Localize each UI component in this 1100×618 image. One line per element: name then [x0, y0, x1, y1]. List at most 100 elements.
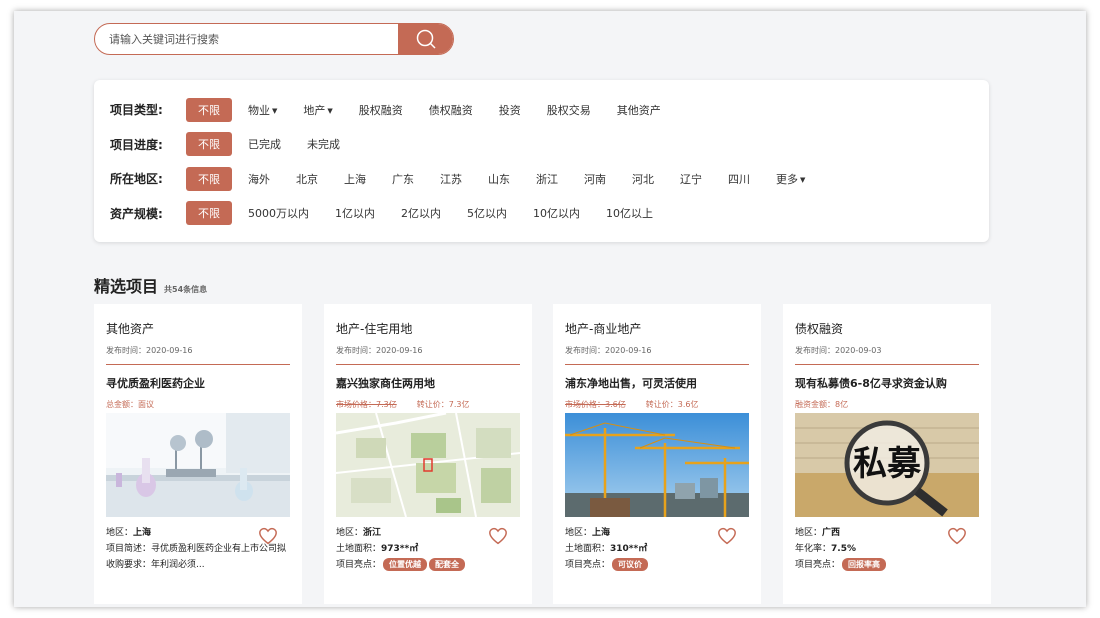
card-date: 发布时间：2020-09-16 — [336, 346, 423, 355]
filter-option-region[interactable]: 辽宁 — [680, 171, 702, 187]
filter-option-region[interactable]: 河北 — [632, 171, 654, 187]
region-label: 地区： — [106, 528, 134, 538]
filter-option-equity-trade[interactable]: 股权交易 — [547, 102, 591, 118]
filter-row-progress: 项目进度: 不限 已完成 未完成 — [110, 132, 973, 156]
region-label: 地区： — [565, 528, 593, 538]
filter-option-equity-financing[interactable]: 股权融资 — [359, 102, 403, 118]
region-value: 浙江 — [363, 528, 382, 538]
area-label: 土地面积： — [565, 544, 611, 554]
filter-option-region[interactable]: 河南 — [584, 171, 606, 187]
heart-icon[interactable] — [947, 527, 967, 545]
filter-option-region[interactable]: 海外 — [248, 171, 270, 187]
filter-option-unlimited[interactable]: 不限 — [186, 97, 232, 122]
card-category: 地产-商业地产 — [565, 322, 642, 336]
filter-option-property[interactable]: 物业 ▼ — [248, 102, 277, 118]
highlight-tag: 位置优越 — [383, 558, 428, 571]
region-label: 地区： — [336, 528, 364, 538]
filter-option-unlimited[interactable]: 不限 — [186, 166, 232, 191]
caret-down-icon: ▼ — [800, 175, 806, 184]
project-card[interactable]: 债权融资 发布时间：2020-09-03 现有私募债6-8亿寻求资金认购 融资金… — [783, 304, 991, 604]
highlight-label: 项目亮点： — [336, 560, 382, 570]
region-value: 上海 — [133, 528, 152, 538]
card-category: 债权融资 — [795, 322, 844, 336]
card-price: 市场价格：7.3亿 转让价：7.3亿 — [336, 399, 520, 409]
filter-option-real-estate[interactable]: 地产 ▼ — [303, 102, 332, 118]
card-image-construction[interactable] — [565, 413, 749, 517]
filter-option-debt-financing[interactable]: 债权融资 — [429, 102, 473, 118]
heart-icon[interactable] — [717, 527, 737, 545]
filter-option-scale[interactable]: 5亿以内 — [467, 205, 507, 221]
filter-option-region[interactable]: 山东 — [488, 171, 510, 187]
region-label: 地区： — [795, 528, 823, 538]
project-card[interactable]: 地产-住宅用地 发布时间：2020-09-16 嘉兴独家商住两用地 市场价格：7… — [324, 304, 532, 604]
card-category: 其他资产 — [106, 322, 155, 336]
area-label: 土地面积： — [336, 544, 382, 554]
market-price: 市场价格：7.3亿 — [336, 400, 397, 409]
card-date: 发布时间：2020-09-16 — [106, 346, 193, 355]
card-title[interactable]: 现有私募债6-8亿寻求资金认购 — [795, 375, 979, 391]
section-title: 精选项目 — [94, 277, 159, 296]
project-card[interactable]: 地产-商业地产 发布时间：2020-09-16 浦东净地出售，可灵活使用 市场价… — [553, 304, 761, 604]
filter-option-scale[interactable]: 10亿以上 — [606, 205, 653, 221]
project-card[interactable]: 其他资产 发布时间：2020-09-16 寻优质盈利医药企业 总金额：面议 地区… — [94, 304, 302, 604]
heart-icon[interactable] — [488, 527, 508, 545]
filter-option-unlimited[interactable]: 不限 — [186, 201, 232, 225]
filter-option-region[interactable]: 四川 — [728, 171, 750, 187]
highlight-tag: 配套全 — [429, 558, 466, 571]
filter-option-scale[interactable]: 10亿以内 — [533, 205, 580, 221]
card-price: 融资金额：8亿 — [795, 400, 849, 409]
filter-option-region[interactable]: 广东 — [392, 171, 414, 187]
filter-option-region[interactable]: 江苏 — [440, 171, 462, 187]
filter-label: 项目进度: — [110, 137, 163, 152]
filter-option-completed[interactable]: 已完成 — [248, 136, 281, 152]
filter-option-region[interactable]: 浙江 — [536, 171, 558, 187]
highlight-tag: 回报率高 — [842, 558, 887, 571]
search-icon — [416, 29, 436, 49]
section-header: 精选项目 共54条信息 — [94, 273, 207, 297]
card-info: 地区：上海 项目简述：寻优质盈利医药企业有上市公司拟收购要求：年利润必须... — [106, 525, 290, 573]
card-image-site-plan[interactable] — [336, 413, 520, 517]
filter-option-region[interactable]: 北京 — [296, 171, 318, 187]
area-value: 310**㎡ — [610, 544, 648, 554]
rate-value: 7.5% — [831, 544, 856, 554]
card-info: 地区：浙江 土地面积：973**㎡ 项目亮点： 位置优越 配套全 — [336, 525, 520, 573]
search-input[interactable] — [95, 24, 400, 54]
card-divider — [336, 364, 520, 365]
card-divider — [795, 364, 979, 365]
result-count: 共54条信息 — [164, 285, 208, 294]
card-highlights: 项目亮点： 可议价 — [565, 557, 749, 573]
card-info: 地区：广西 年化率：7.5% 项目亮点： 回报率高 — [795, 525, 979, 573]
card-title[interactable]: 浦东净地出售，可灵活使用 — [565, 375, 749, 391]
filter-option-investment[interactable]: 投资 — [499, 102, 521, 118]
filter-option-scale[interactable]: 1亿以内 — [335, 205, 375, 221]
heart-icon[interactable] — [258, 527, 278, 545]
filter-option-incomplete[interactable]: 未完成 — [307, 136, 340, 152]
region-value: 广西 — [822, 528, 841, 538]
card-category: 地产-住宅用地 — [336, 322, 413, 336]
rate-label: 年化率： — [795, 544, 832, 554]
image-text: 私募 — [853, 444, 922, 484]
card-description: 项目简述：寻优质盈利医药企业有上市公司拟收购要求：年利润必须... — [106, 544, 287, 570]
transfer-price: 转让价：7.3亿 — [416, 400, 470, 409]
card-image-lab[interactable] — [106, 413, 290, 517]
card-title[interactable]: 嘉兴独家商住两用地 — [336, 375, 520, 391]
filter-row-region: 所在地区: 不限 海外 北京 上海 广东 江苏 山东 浙江 河南 河北 辽宁 四… — [110, 166, 973, 191]
filter-option-region[interactable]: 上海 — [344, 171, 366, 187]
card-divider — [106, 364, 290, 365]
highlight-label: 项目亮点： — [795, 560, 841, 570]
caret-down-icon: ▼ — [272, 106, 278, 115]
card-title[interactable]: 寻优质盈利医药企业 — [106, 375, 290, 391]
filter-option-more[interactable]: 更多 ▼ — [776, 171, 805, 187]
filter-label: 资产规模: — [110, 206, 163, 221]
card-price: 市场价格：3.6亿 转让价：3.6亿 — [565, 399, 749, 409]
filter-option-scale[interactable]: 2亿以内 — [401, 205, 441, 221]
filter-option-other-assets[interactable]: 其他资产 — [617, 102, 661, 118]
filter-panel: 项目类型: 不限 物业 ▼ 地产 ▼ 股权融资 债权融资 投资 股权交易 其他资产 … — [94, 80, 989, 242]
card-highlights: 项目亮点： 回报率高 — [795, 557, 979, 573]
page-frame: 项目类型: 不限 物业▼ 地产▼ 股权融资 债权融资 投资 股权交易 其他资产 … — [14, 11, 1086, 607]
search-button[interactable] — [398, 24, 453, 54]
card-date: 发布时间：2020-09-16 — [565, 346, 652, 355]
card-image-private-placement[interactable]: 私募 — [795, 413, 979, 517]
filter-option-unlimited[interactable]: 不限 — [186, 132, 232, 156]
filter-option-scale[interactable]: 5000万以内 — [248, 205, 309, 221]
